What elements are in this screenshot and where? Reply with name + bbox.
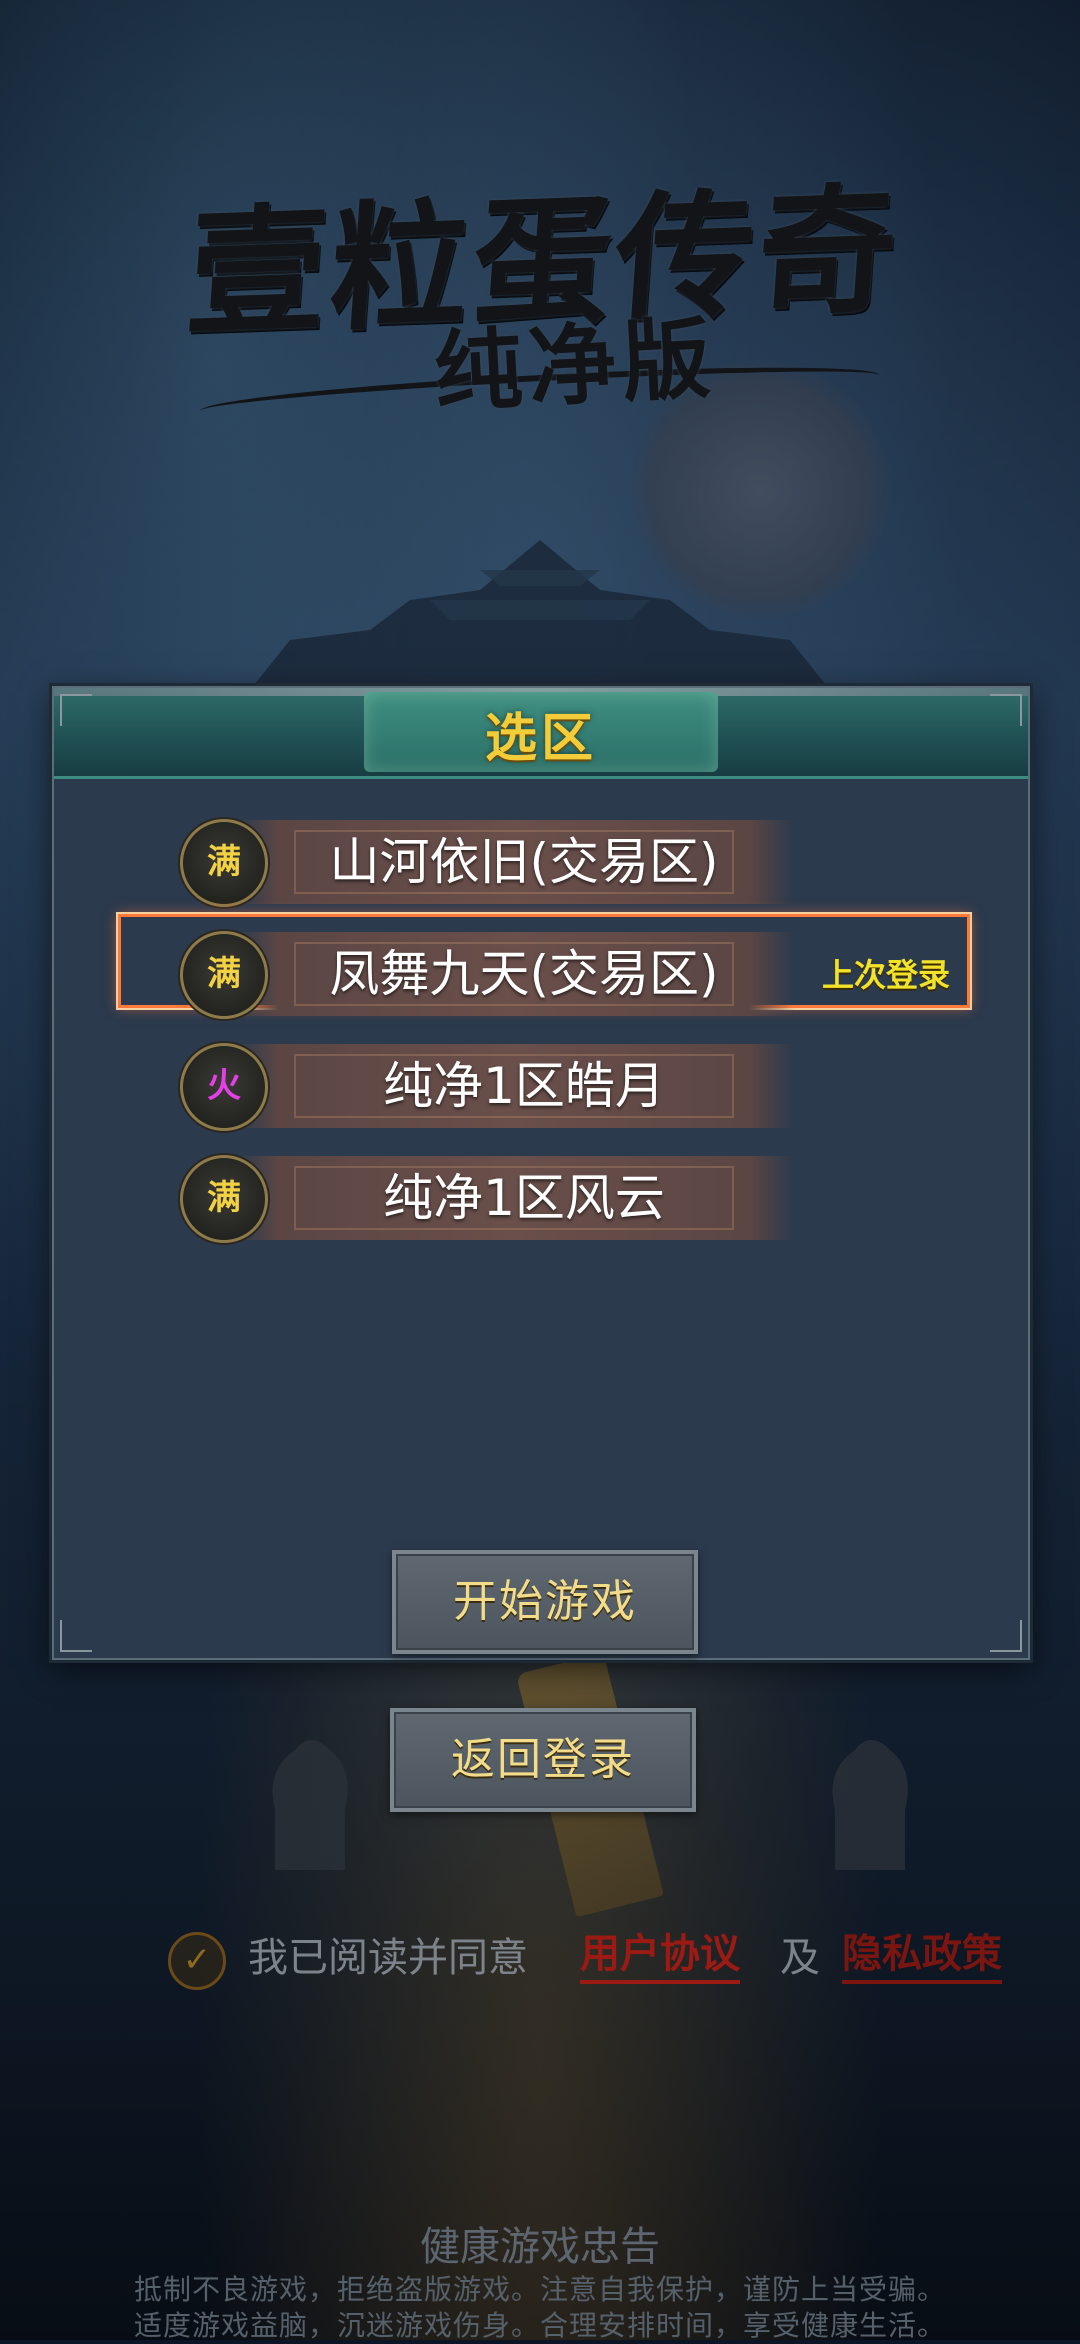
panel-title: 选区 bbox=[484, 709, 597, 769]
user-agreement-link[interactable]: 用户协议 bbox=[580, 1928, 740, 1984]
back-to-login-button[interactable]: 返回登录 bbox=[390, 1708, 696, 1812]
agreement-checkbox-icon[interactable]: ✓ bbox=[168, 1932, 226, 1990]
agreement-text: 我已阅读并同意 bbox=[248, 1935, 528, 1981]
server-name: 山河依旧(交易区) bbox=[329, 833, 719, 891]
server-select-panel: 选区 满 山河依旧(交易区) 满 凤舞九天(交易区) 上次登录 火 纯净1区皓月… bbox=[52, 686, 1030, 1660]
health-notice: 健康游戏忠告 抵制不良游戏，拒绝盗版游戏。注意自我保护，谨防上当受骗。 适度游戏… bbox=[0, 2222, 1080, 2344]
panel-header: 选区 bbox=[54, 688, 1028, 779]
lion-statue-left bbox=[272, 1740, 348, 1870]
health-notice-line: 适度游戏益脑，沉迷游戏伤身。合理安排时间，享受健康生活。 bbox=[133, 2309, 946, 2342]
server-name: 凤舞九天(交易区) bbox=[329, 945, 719, 1003]
start-game-button[interactable]: 开始游戏 bbox=[392, 1550, 698, 1654]
server-name: 纯净1区风云 bbox=[383, 1169, 665, 1227]
agreement-and-text: 及 bbox=[780, 1935, 820, 1981]
server-name: 纯净1区皓月 bbox=[383, 1057, 665, 1115]
privacy-policy-link[interactable]: 隐私政策 bbox=[842, 1928, 1002, 1984]
corner-ornament bbox=[990, 694, 1022, 726]
corner-ornament bbox=[60, 694, 92, 726]
health-notice-line: 抵制不良游戏，拒绝盗版游戏。注意自我保护，谨防上当受骗。 bbox=[133, 2273, 946, 2306]
health-notice-title: 健康游戏忠告 bbox=[420, 2224, 660, 2270]
game-logo: 壹粒蛋传奇 纯净版 bbox=[182, 150, 906, 430]
agreement-row: ✓ 我已阅读并同意 用户协议 及 隐私政策 bbox=[168, 1928, 1028, 1990]
corner-ornament bbox=[990, 1620, 1022, 1652]
server-row[interactable]: 满 纯净1区风云 bbox=[54, 1144, 1028, 1256]
logo-subtitle: 纯净版 bbox=[431, 305, 719, 425]
corner-ornament bbox=[60, 1620, 92, 1652]
server-row[interactable]: 火 纯净1区皓月 bbox=[54, 1032, 1028, 1144]
server-list: 满 山河依旧(交易区) 满 凤舞九天(交易区) 上次登录 火 纯净1区皓月 满 … bbox=[54, 808, 1028, 1256]
server-row[interactable]: 满 山河依旧(交易区) bbox=[54, 808, 1028, 920]
lion-statue-right bbox=[832, 1740, 908, 1870]
last-login-tag: 上次登录 bbox=[821, 956, 950, 994]
palace-silhouette bbox=[250, 540, 830, 690]
server-row-selected[interactable]: 满 凤舞九天(交易区) 上次登录 bbox=[54, 914, 1028, 1032]
